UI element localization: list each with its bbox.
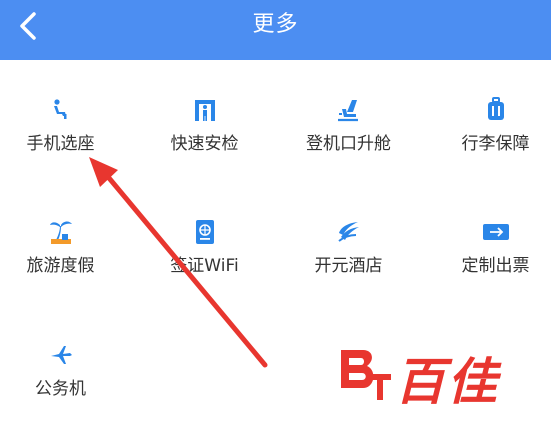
watermark-mark-icon [341,350,391,400]
watermark-text: 百佳 [395,353,499,411]
watermark-logo: 百佳 [335,340,535,411]
